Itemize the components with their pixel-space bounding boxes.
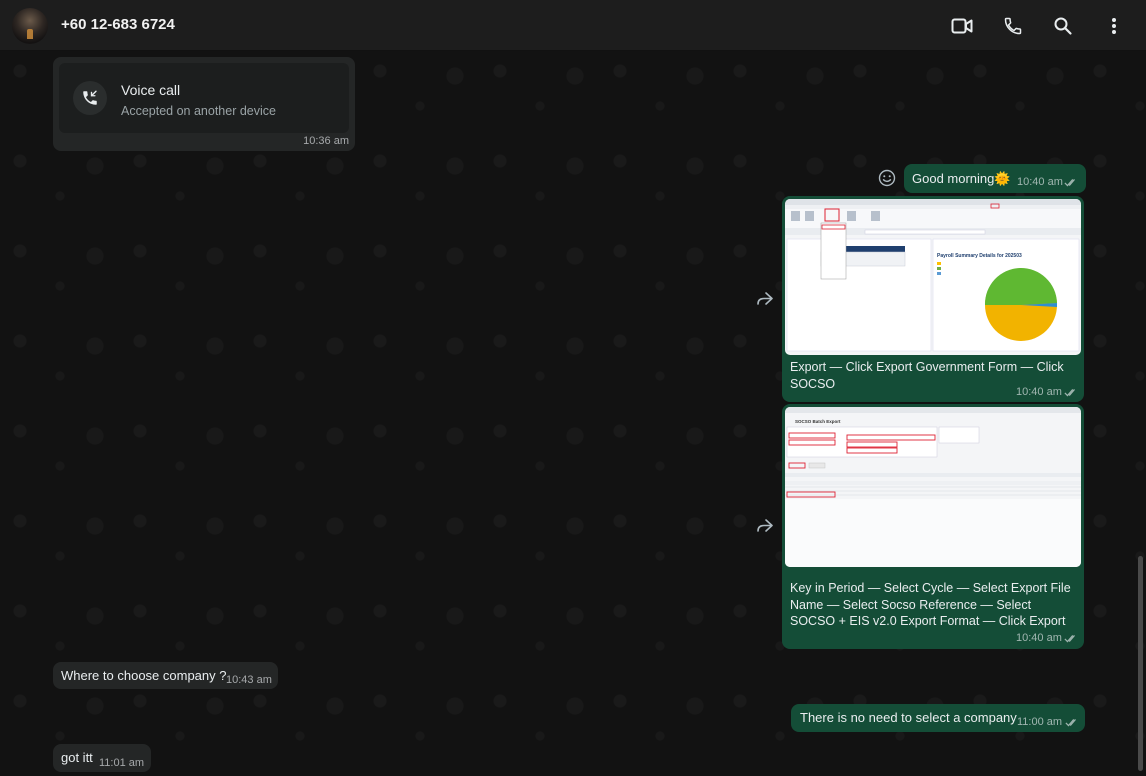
- voice-call-subtitle: Accepted on another device: [121, 104, 276, 118]
- message-text: There is no need to select a company: [800, 710, 1017, 725]
- voice-call-title: Voice call: [121, 82, 181, 98]
- chat-header: +60 12-683 6724: [0, 0, 1146, 51]
- message-time: 10:40 am: [1017, 176, 1063, 188]
- image-message-export[interactable]: Payroll Summary Details for 202503 Expor…: [782, 196, 1084, 402]
- screenshot-heading: Payroll Summary Details for 202503: [937, 253, 1022, 259]
- forward-icon[interactable]: [754, 515, 776, 537]
- sun-emoji: 🌞: [994, 171, 1011, 186]
- search-icon[interactable]: [1050, 13, 1076, 39]
- double-check-icon: [1064, 635, 1075, 643]
- double-check-icon: [1065, 719, 1076, 727]
- message-time: 10:36 am: [303, 135, 349, 147]
- double-check-icon: [1064, 179, 1075, 187]
- image-message-socso-export[interactable]: SOCSO Batch Export Key in Period — Selec: [782, 404, 1084, 649]
- no-need-message[interactable]: There is no need to select a company 11:…: [791, 704, 1085, 732]
- contact-avatar[interactable]: [12, 8, 48, 44]
- message-text: Where to choose company ?: [61, 668, 227, 683]
- message-time: 10:43 am: [226, 674, 272, 686]
- emoji-reaction-icon[interactable]: [876, 167, 898, 189]
- got-itt-message[interactable]: got itt 11:01 am: [53, 744, 151, 772]
- voice-call-message[interactable]: Voice call Accepted on another device 10…: [53, 57, 355, 151]
- screenshot-heading: SOCSO Batch Export: [795, 419, 841, 424]
- image-caption: Key in Period — Select Cycle — Select Ex…: [790, 581, 1071, 628]
- voice-call-card: Voice call Accepted on another device: [59, 63, 349, 133]
- chat-scrollbar[interactable]: [1138, 556, 1143, 771]
- message-text: got itt: [61, 750, 93, 765]
- payroll-screenshot-image[interactable]: Payroll Summary Details for 202503: [785, 199, 1081, 355]
- chat-area[interactable]: Voice call Accepted on another device 10…: [0, 51, 1146, 776]
- socso-export-screenshot-image[interactable]: SOCSO Batch Export: [785, 407, 1081, 567]
- message-text: Good morning🌞: [912, 171, 1011, 186]
- more-menu-icon[interactable]: [1101, 13, 1127, 39]
- message-time: 11:01 am: [99, 757, 145, 769]
- message-time: 10:40 am: [1016, 632, 1062, 644]
- contact-name[interactable]: +60 12-683 6724: [61, 16, 175, 33]
- video-call-icon[interactable]: [949, 13, 975, 39]
- double-check-icon: [1064, 389, 1075, 397]
- where-company-message[interactable]: Where to choose company ? 10:43 am: [53, 662, 278, 689]
- incoming-call-icon: [73, 81, 107, 115]
- forward-icon[interactable]: [754, 288, 776, 310]
- phone-icon[interactable]: [1000, 13, 1026, 39]
- message-time: 11:00 am: [1017, 716, 1063, 728]
- good-morning-message[interactable]: Good morning🌞 10:40 am: [904, 164, 1086, 193]
- message-time: 10:40 am: [1016, 386, 1062, 398]
